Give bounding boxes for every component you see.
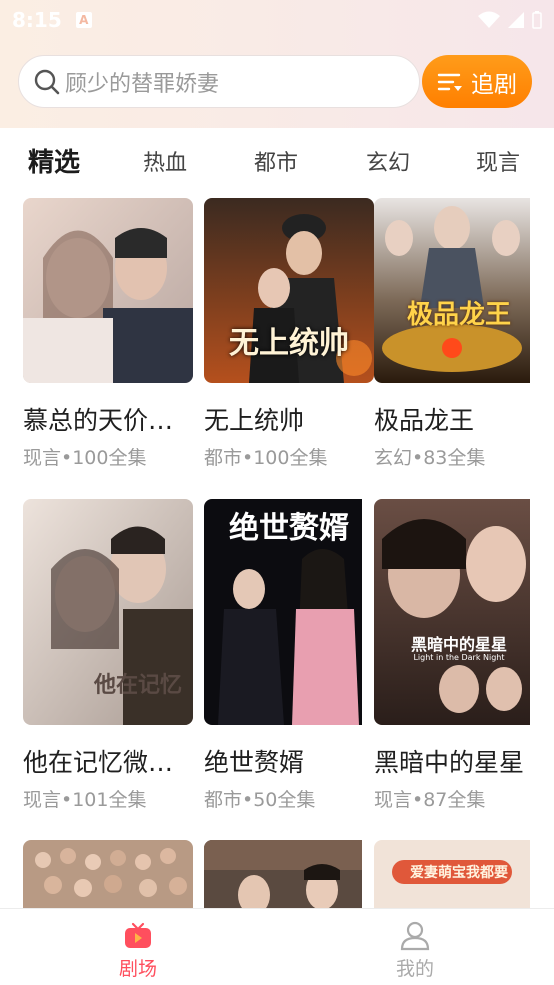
drama-title: 慕总的天价… — [23, 406, 174, 435]
drama-title: 他在记忆微… — [23, 748, 174, 777]
poster-title-text: 绝世赘婿 — [229, 511, 349, 546]
drama-poster[interactable] — [23, 198, 193, 383]
nav-theater[interactable]: 剧场 — [98, 921, 178, 981]
search-placeholder: 顾少的替罪娇妻 — [65, 71, 220, 97]
drama-card[interactable]: 他在记忆 他在记忆微… 现言•101全集 — [23, 499, 193, 812]
poster-subtitle-text: Light in the Dark Night — [413, 653, 505, 662]
search-icon — [34, 69, 60, 94]
tab-action[interactable]: 热血 — [143, 145, 187, 177]
bottom-nav: 剧场 我的 — [0, 908, 554, 985]
status-bar: 8:15 A — [0, 0, 554, 40]
nav-mine[interactable]: 我的 — [375, 921, 455, 981]
tab-urban[interactable]: 都市 — [254, 145, 298, 177]
nav-label: 我的 — [395, 958, 434, 980]
signal-icon — [508, 12, 524, 28]
drama-card[interactable]: 慕总的天价… 现言•100全集 — [23, 198, 193, 470]
tab-romance[interactable]: 现言 — [476, 145, 520, 177]
tv-icon — [125, 922, 151, 948]
follow-drama-button[interactable]: 追剧 — [422, 55, 532, 108]
drama-poster[interactable]: 黑暗中的星星 Light in the Dark Night — [374, 499, 544, 725]
poster-title-text: 爱妻萌宝我都要 — [410, 865, 508, 881]
poster-title-text: 无上统帅 — [229, 326, 349, 361]
drama-meta: 都市•50全集 — [204, 789, 316, 811]
drama-card[interactable]: 绝世赘婿 绝世赘婿 都市•50全集 — [204, 499, 374, 812]
list-icon — [437, 73, 462, 91]
drama-meta: 玄幻•83全集 — [374, 447, 486, 469]
search-row: 顾少的替罪娇妻 追剧 — [18, 55, 532, 110]
drama-meta: 现言•87全集 — [374, 789, 486, 811]
drama-meta: 都市•100全集 — [204, 447, 328, 469]
tab-featured[interactable]: 精选 — [28, 142, 80, 179]
drama-title: 黑暗中的星星 — [374, 748, 525, 777]
poster-title-text: 极品龙王 — [406, 300, 511, 330]
drama-poster[interactable]: 极品龙王 — [374, 198, 544, 383]
a-icon: A — [75, 12, 92, 28]
status-time: 8:15 — [12, 8, 62, 32]
drama-title: 绝世赘婿 — [204, 748, 305, 777]
wifi-icon — [478, 11, 500, 28]
search-input[interactable]: 顾少的替罪娇妻 — [18, 55, 420, 108]
battery-icon — [532, 11, 542, 29]
drama-meta: 现言•101全集 — [23, 789, 147, 811]
follow-button-label: 追剧 — [471, 71, 517, 98]
poster-title-text: 黑暗中的星星 — [410, 635, 507, 654]
poster-title-text: 他在记忆 — [93, 673, 182, 698]
drama-card[interactable]: 极品龙王 极品龙王 玄幻•83全集 — [374, 198, 544, 470]
drama-poster[interactable]: 他在记忆 — [23, 499, 193, 725]
drama-title: 极品龙王 — [374, 406, 475, 435]
user-icon — [400, 921, 430, 951]
tab-fantasy[interactable]: 玄幻 — [366, 145, 410, 177]
drama-title: 无上统帅 — [204, 406, 305, 435]
nav-label: 剧场 — [118, 958, 157, 980]
drama-poster[interactable]: 绝世赘婿 — [204, 499, 374, 725]
drama-poster[interactable]: 无上统帅 — [204, 198, 374, 383]
category-tabs: 精选 热血 都市 玄幻 现言 — [0, 128, 554, 196]
drama-meta: 现言•100全集 — [23, 447, 147, 469]
drama-card[interactable]: 无上统帅 无上统帅 都市•100全集 — [204, 198, 374, 470]
drama-card[interactable]: 黑暗中的星星 Light in the Dark Night 黑暗中的星星 现言… — [374, 499, 544, 812]
